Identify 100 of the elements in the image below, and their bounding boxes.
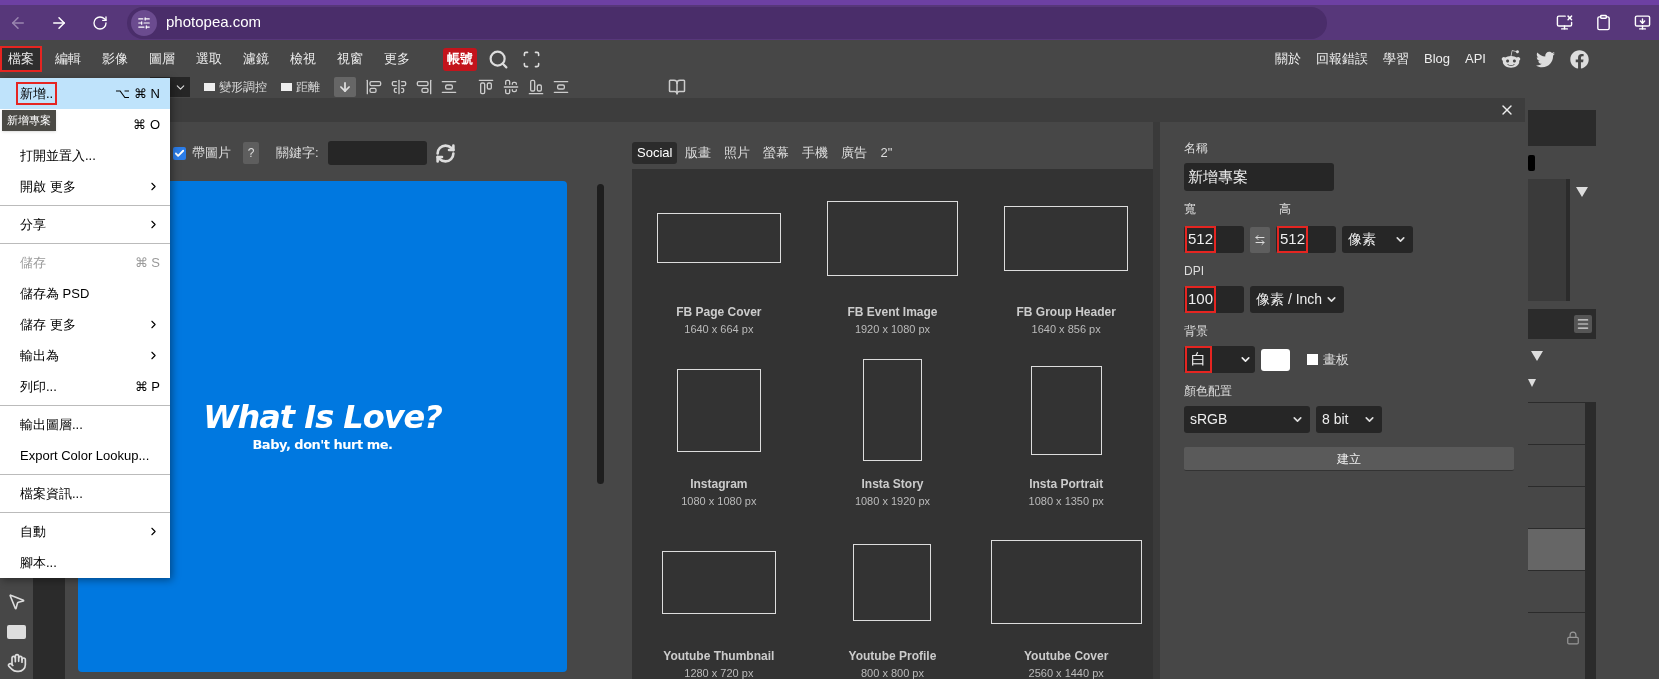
swap-button[interactable]: [1250, 226, 1270, 253]
category-tab[interactable]: 2": [875, 142, 898, 164]
align-left-icon[interactable]: [366, 79, 382, 95]
screen-off-icon[interactable]: [1556, 14, 1573, 31]
download-icon[interactable]: [334, 77, 356, 97]
dpi-field[interactable]: 100: [1184, 286, 1244, 313]
header-link[interactable]: 關於: [1275, 49, 1301, 69]
menu-bar-item[interactable]: 視窗: [329, 46, 371, 72]
background-select[interactable]: 白: [1184, 346, 1255, 373]
scrollbar-track[interactable]: [597, 184, 604, 484]
install-icon[interactable]: [1634, 14, 1651, 31]
height-field[interactable]: 512: [1276, 226, 1336, 253]
unit-select[interactable]: 像素: [1342, 226, 1413, 253]
align-top-icon[interactable]: [478, 79, 494, 95]
template-thumbnail[interactable]: [990, 540, 1142, 624]
template-thumbnail[interactable]: [676, 368, 761, 452]
with-images-checkbox[interactable]: 帶圖片: [173, 143, 231, 163]
template-size: 1080 x 1080 px: [681, 494, 757, 509]
reload-icon[interactable]: [92, 14, 108, 31]
header-link[interactable]: 學習: [1383, 49, 1409, 69]
category-tab[interactable]: 廣告: [836, 142, 873, 164]
template-thumbnail[interactable]: [1030, 365, 1102, 455]
color-swatch[interactable]: [1261, 348, 1290, 371]
width-field[interactable]: 512: [1184, 226, 1244, 253]
header-link[interactable]: API: [1465, 49, 1486, 69]
header-link[interactable]: 回報錯誤: [1316, 49, 1368, 69]
account-button[interactable]: 帳號: [443, 47, 477, 71]
menu-bar-item[interactable]: 濾鏡: [235, 46, 277, 72]
category-tab[interactable]: Social: [632, 142, 678, 164]
create-button[interactable]: 建立: [1184, 447, 1514, 471]
template-name: Insta Portrait: [1029, 476, 1104, 493]
clipboard-icon[interactable]: [1595, 14, 1612, 31]
menu-bar-item[interactable]: 影像: [94, 46, 136, 72]
category-tab[interactable]: 照片: [719, 142, 756, 164]
template-thumbnail[interactable]: [827, 200, 958, 276]
resolution-unit-select[interactable]: 像素 / Inch: [1250, 286, 1344, 313]
template-thumbnail[interactable]: [656, 213, 781, 263]
template-thumbnail[interactable]: [853, 543, 932, 621]
reddit-icon[interactable]: [1501, 49, 1521, 69]
keyword-field[interactable]: [327, 141, 427, 165]
triangle-icon[interactable]: [1528, 379, 1536, 387]
site-settings-icon[interactable]: [131, 9, 157, 36]
path-select-icon[interactable]: [7, 592, 26, 611]
url-text: photopea.com: [166, 12, 262, 33]
align-middle-icon[interactable]: [503, 79, 519, 95]
keyword-label: 關鍵字:: [276, 144, 319, 163]
category-tab[interactable]: 手機: [797, 142, 834, 164]
search-icon[interactable]: [488, 48, 509, 70]
template-size: 2560 x 1440 px: [1028, 666, 1104, 679]
menu-icon[interactable]: [1574, 315, 1592, 333]
toolbar-option[interactable]: 變形調控: [204, 78, 267, 96]
menu-item-shortcut[interactable]: ⌘ O: [133, 114, 160, 135]
template-size: 1920 x 1080 px: [854, 322, 931, 337]
twitter-icon[interactable]: [1536, 49, 1555, 69]
hand-icon[interactable]: [6, 653, 27, 673]
header-link[interactable]: Blog: [1424, 49, 1451, 69]
template-thumbnail[interactable]: [863, 359, 922, 461]
height-label: 高: [1279, 201, 1291, 218]
color-mode-select[interactable]: sRGB: [1184, 406, 1310, 433]
scrollbar-track[interactable]: [1585, 403, 1596, 679]
template-name: FB Group Header: [1016, 304, 1116, 321]
template-thumbnail[interactable]: [1004, 205, 1129, 271]
layer-row[interactable]: [1528, 529, 1585, 571]
menu-bar-item[interactable]: 檔案: [0, 46, 42, 72]
template-size: 1280 x 720 px: [684, 666, 754, 679]
triangle-icon[interactable]: [1576, 187, 1588, 197]
category-tab[interactable]: 版畫: [680, 142, 717, 164]
swap-icon: [1254, 233, 1266, 246]
template-thumbnail[interactable]: [661, 550, 776, 614]
fullscreen-icon[interactable]: [522, 49, 541, 69]
menu-item[interactable]: 打開並置入...: [0, 140, 170, 171]
category-tab[interactable]: 螢幕: [758, 142, 795, 164]
template-name: Insta Story: [861, 476, 924, 493]
distribute-icon[interactable]: [441, 79, 457, 95]
template-size: 1640 x 664 px: [684, 322, 754, 337]
menu-bar-item[interactable]: 檢視: [282, 46, 324, 72]
bit-depth-select[interactable]: 8 bit: [1316, 406, 1382, 433]
menu-bar-item[interactable]: 更多: [376, 46, 418, 72]
template-name: Youtube Cover: [1023, 648, 1109, 665]
artboard-checkbox[interactable]: 畫板: [1307, 349, 1349, 370]
align-right-icon[interactable]: [416, 79, 432, 95]
help-button[interactable]: ?: [243, 142, 259, 164]
address-bar[interactable]: photopea.com: [127, 6, 1327, 39]
align-center-icon[interactable]: [391, 79, 407, 95]
menu-bar-item[interactable]: 編輯: [47, 46, 89, 72]
template-size: 800 x 800 px: [861, 666, 924, 679]
book-icon[interactable]: [668, 78, 686, 96]
align-bottom-icon[interactable]: [528, 79, 544, 95]
color-profile-label: 顏色配置: [1184, 383, 1233, 400]
menu-bar-item[interactable]: 選取: [188, 46, 230, 72]
facebook-icon[interactable]: [1570, 49, 1589, 69]
menu-item[interactable]: 新增.. ⌥ ⌘ N: [0, 78, 170, 109]
lock-icon[interactable]: [1566, 631, 1580, 645]
name-field[interactable]: 新增專案: [1184, 163, 1334, 191]
menu-bar-item[interactable]: 圖層: [141, 46, 183, 72]
triangle-icon[interactable]: [1531, 351, 1543, 361]
toolbar-option[interactable]: 距離: [281, 78, 320, 96]
refresh-icon[interactable]: [434, 142, 456, 164]
template-name: FB Page Cover: [676, 304, 762, 321]
distribute-icon[interactable]: [553, 79, 569, 95]
